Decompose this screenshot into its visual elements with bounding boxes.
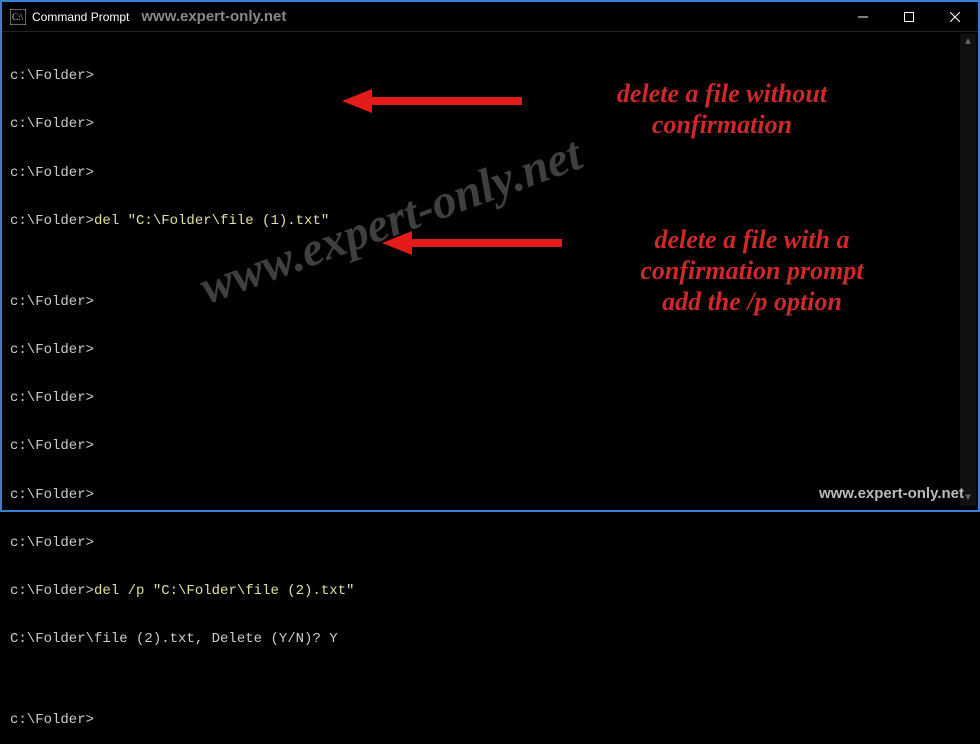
terminal-line: c:\Folder> [10, 712, 970, 728]
terminal-line: c:\Folder> [10, 390, 970, 406]
terminal-line: c:\Folder> [10, 438, 970, 454]
window-title: Command Prompt [32, 10, 129, 24]
minimize-button[interactable] [840, 2, 886, 31]
watermark-bottom: www.expert-only.net [819, 485, 964, 502]
close-button[interactable] [932, 2, 978, 31]
terminal-line: C:\Folder\file (2).txt, Delete (Y/N)? Y [10, 631, 970, 647]
titlebar: C:\ Command Prompt www.expert-only.net [2, 2, 978, 32]
svg-text:C:\: C:\ [12, 12, 24, 22]
maximize-button[interactable] [886, 2, 932, 31]
annotation-text: delete a file without confirmation [532, 78, 912, 140]
scroll-up-icon[interactable]: ▲ [960, 34, 976, 50]
titlebar-watermark: www.expert-only.net [141, 8, 286, 25]
terminal-line: c:\Folder> [10, 535, 970, 551]
scrollbar[interactable]: ▲ ▼ [960, 34, 976, 506]
cmd-icon: C:\ [10, 9, 26, 25]
terminal-line: c:\Folder> [10, 165, 970, 181]
terminal-line: c:\Folder> [10, 342, 970, 358]
window-controls [840, 2, 978, 31]
annotation-text: delete a file with a confirmation prompt… [572, 224, 932, 318]
terminal-line: c:\Folder>del /p "C:\Folder\file (2).txt… [10, 583, 970, 599]
